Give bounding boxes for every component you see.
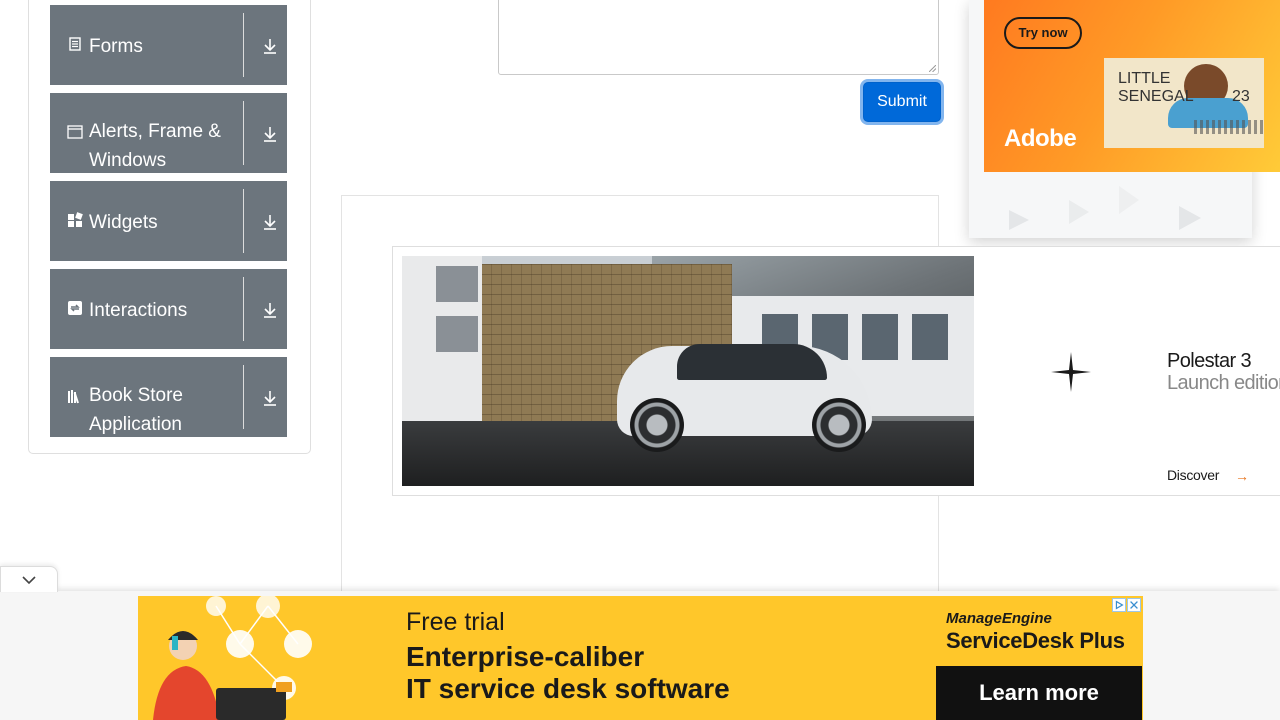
ad-tile-number: 23 <box>1232 88 1250 105</box>
car-image <box>402 256 974 486</box>
ad-headline-line2: IT service desk software <box>406 673 730 704</box>
ad-product-name: Polestar 3 <box>1167 350 1252 372</box>
ad-product-subtitle: Launch edition <box>1167 372 1280 394</box>
resize-grip-icon[interactable] <box>929 65 936 72</box>
widgets-icon <box>68 212 83 227</box>
sidebar-group-label: Forms <box>89 36 143 57</box>
arrow-right-icon: → <box>1235 468 1249 484</box>
ad-tile: LITTLE SENEGAL 23 <box>1104 58 1264 148</box>
download-icon[interactable] <box>260 212 280 232</box>
learn-more-button[interactable]: Learn more <box>936 666 1142 720</box>
try-now-button[interactable]: Try now <box>1004 17 1082 49</box>
polestar-logo-icon <box>1051 352 1091 392</box>
polestar-ad[interactable]: Polestar 3 Launch edition Discover → <box>392 246 1280 496</box>
sidebar-group-label: Widgets <box>89 212 158 233</box>
collapse-ad-tab[interactable] <box>0 566 58 592</box>
divider <box>243 189 244 253</box>
books-icon <box>68 390 79 404</box>
adobe-ad[interactable]: Try now LITTLE SENEGAL 23 Adobe <box>984 0 1280 172</box>
download-icon[interactable] <box>260 124 280 144</box>
divider <box>243 13 244 77</box>
close-icon[interactable] <box>1127 598 1141 612</box>
divider <box>243 365 244 429</box>
ad-headline-small: Free trial <box>406 608 505 636</box>
interactions-icon <box>68 301 82 315</box>
sidebar-group-forms[interactable]: Forms <box>50 5 287 85</box>
adobe-logo: Adobe <box>1004 125 1077 152</box>
submit-button[interactable]: Submit <box>863 82 941 122</box>
ad-headline-line1: Enterprise-caliber <box>406 641 645 672</box>
ad-brand-logo: ManageEngine <box>946 610 1052 627</box>
sidebar-group-label: Interactions <box>89 300 188 321</box>
sidebar-group-widgets[interactable]: Widgets <box>50 181 287 261</box>
adchoices-icon[interactable] <box>1112 598 1126 612</box>
download-icon[interactable] <box>260 388 280 408</box>
sidebar-group-book-store[interactable]: Book Store Application <box>50 357 287 437</box>
discover-link[interactable]: Discover <box>1167 467 1219 483</box>
chevron-down-icon[interactable] <box>21 574 37 586</box>
download-icon[interactable] <box>260 300 280 320</box>
ad-illustration <box>153 596 312 720</box>
ad-product-name: ServiceDesk Plus <box>946 628 1125 653</box>
sidebar-group-label: Alerts, Frame & Windows <box>89 121 221 171</box>
text-area[interactable] <box>498 0 939 75</box>
divider <box>243 101 244 165</box>
sidebar-group-interactions[interactable]: Interactions <box>50 269 287 349</box>
skyline-graphic <box>1194 120 1264 134</box>
sidebar-group-alerts[interactable]: Alerts, Frame & Windows <box>50 93 287 173</box>
manageengine-ad[interactable]: Free trial Enterprise-caliber IT service… <box>138 596 1143 720</box>
ad-tile-title: LITTLE SENEGAL <box>1118 70 1194 105</box>
document-icon <box>69 37 81 51</box>
divider <box>243 277 244 341</box>
sidebar-group-label: Book Store Application <box>89 385 183 435</box>
download-icon[interactable] <box>260 36 280 56</box>
window-icon <box>67 125 83 139</box>
